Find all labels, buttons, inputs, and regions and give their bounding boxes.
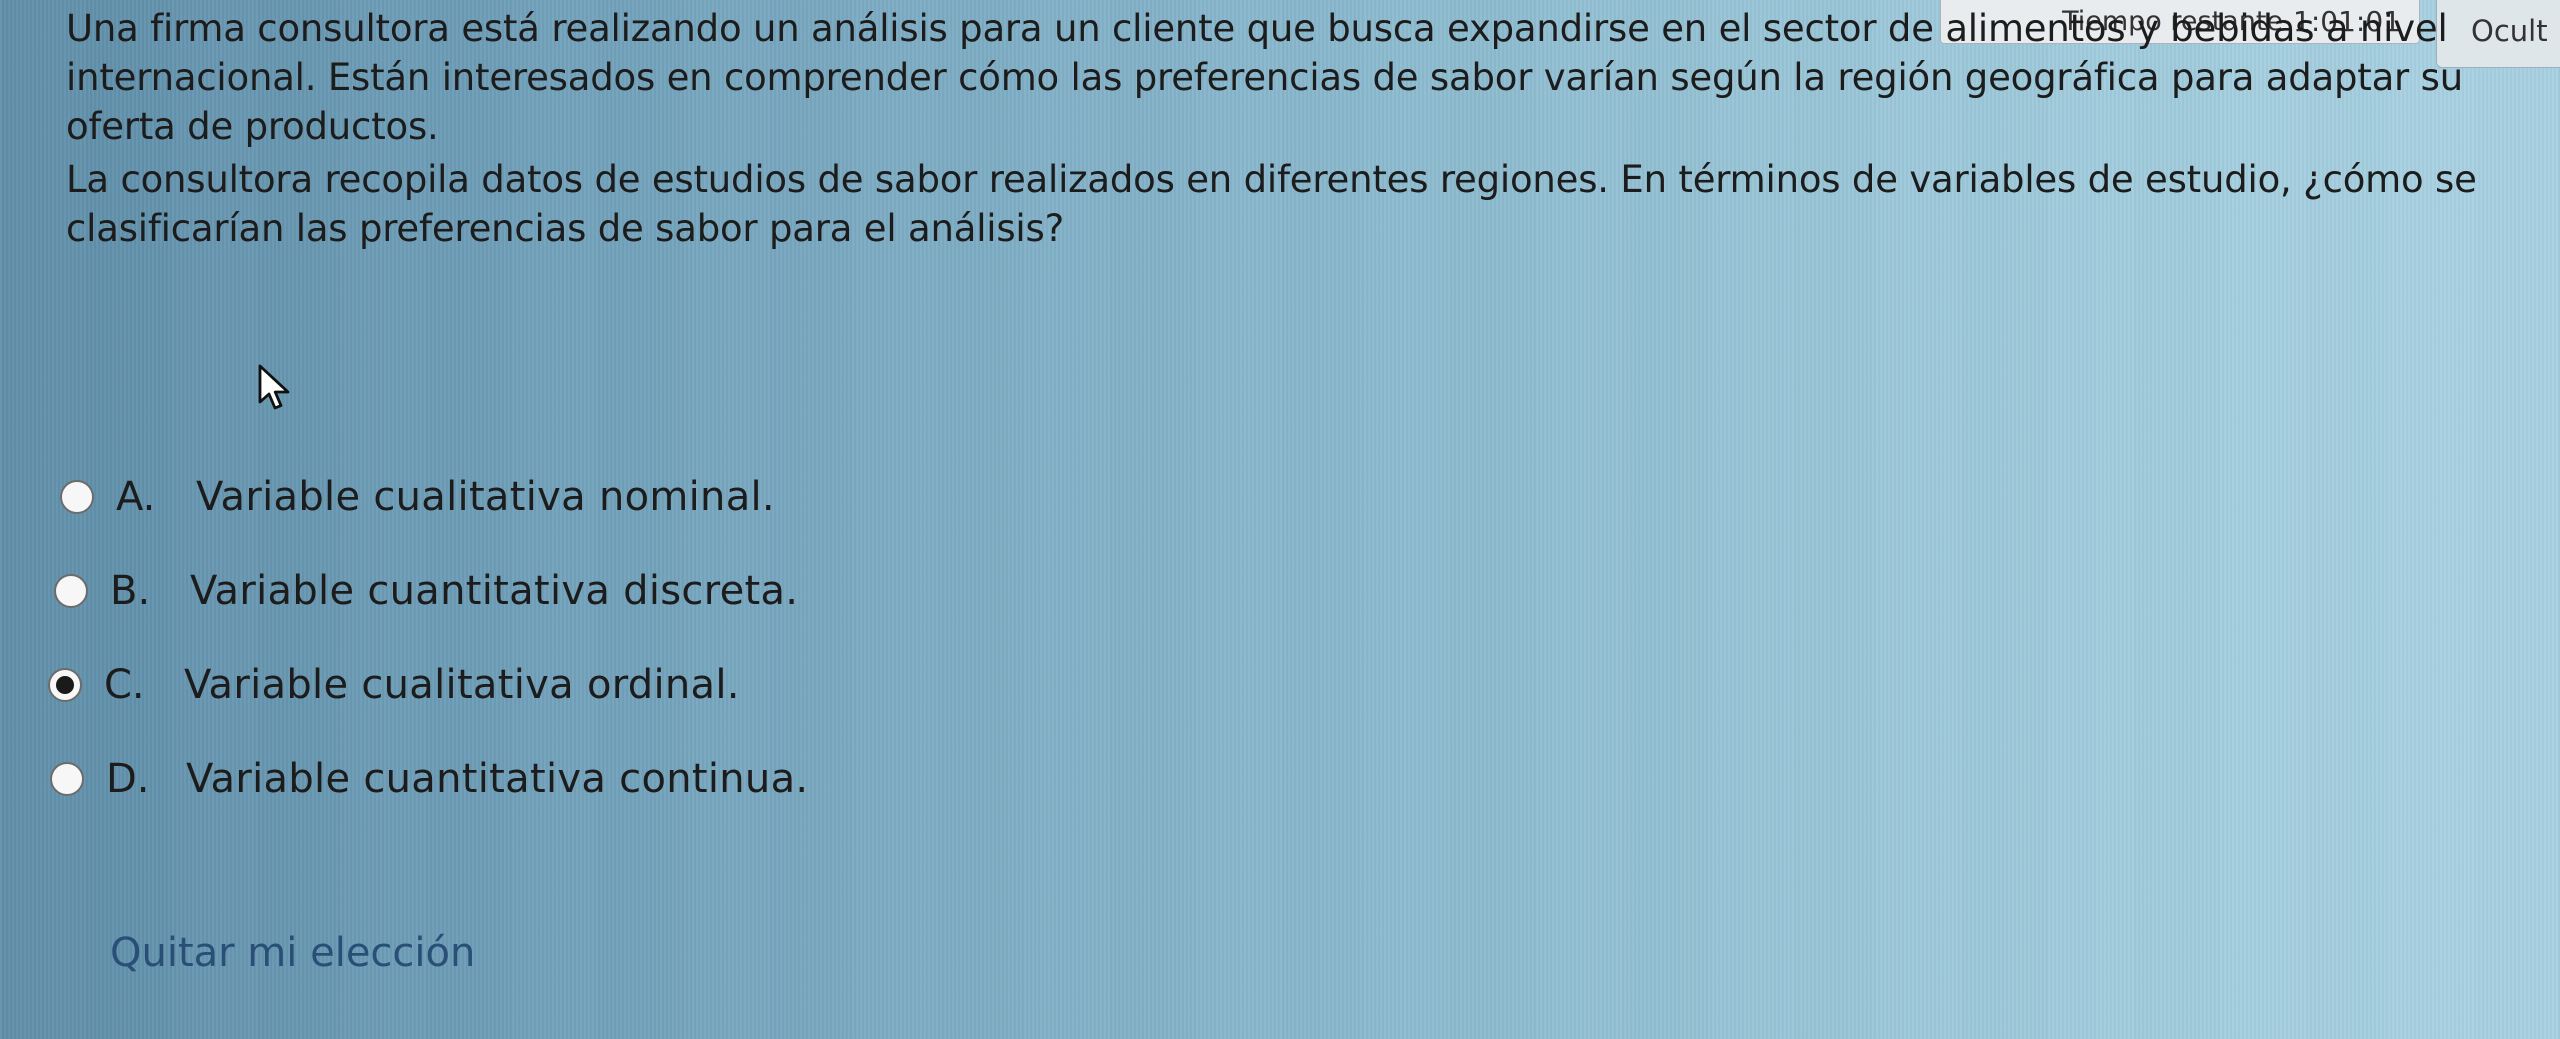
option-letter: C. [104, 662, 145, 708]
option-text: Variable cuantitativa discreta. [190, 568, 799, 614]
radio-button-a[interactable] [60, 480, 94, 514]
question-paragraph-1: Una firma consultora está realizando un … [66, 7, 2463, 148]
clear-choice-link[interactable]: Quitar mi elección [110, 930, 475, 976]
option-b[interactable]: B. Variable cuantitativa discreta. [54, 564, 808, 618]
option-a[interactable]: A. Variable cualitativa nominal. [60, 470, 808, 524]
radio-selected-dot [56, 676, 74, 694]
answer-options: A. Variable cualitativa nominal. B. Vari… [48, 470, 808, 846]
radio-button-c[interactable] [48, 668, 82, 702]
option-letter: B. [110, 568, 151, 614]
radio-button-b[interactable] [54, 574, 88, 608]
option-letter: A. [116, 474, 156, 520]
option-text: Variable cualitativa nominal. [196, 474, 775, 520]
option-text: Variable cuantitativa continua. [186, 756, 809, 802]
question-paragraph-2: La consultora recopila datos de estudios… [66, 158, 2477, 250]
question-text: Una firma consultora está realizando un … [66, 4, 2526, 253]
option-letter: D. [106, 756, 150, 802]
option-text: Variable cualitativa ordinal. [184, 662, 740, 708]
option-d[interactable]: D. Variable cuantitativa continua. [50, 752, 808, 806]
radio-button-d[interactable] [50, 762, 84, 796]
option-c[interactable]: C. Variable cualitativa ordinal. [48, 658, 808, 712]
mouse-pointer-icon [258, 364, 290, 410]
